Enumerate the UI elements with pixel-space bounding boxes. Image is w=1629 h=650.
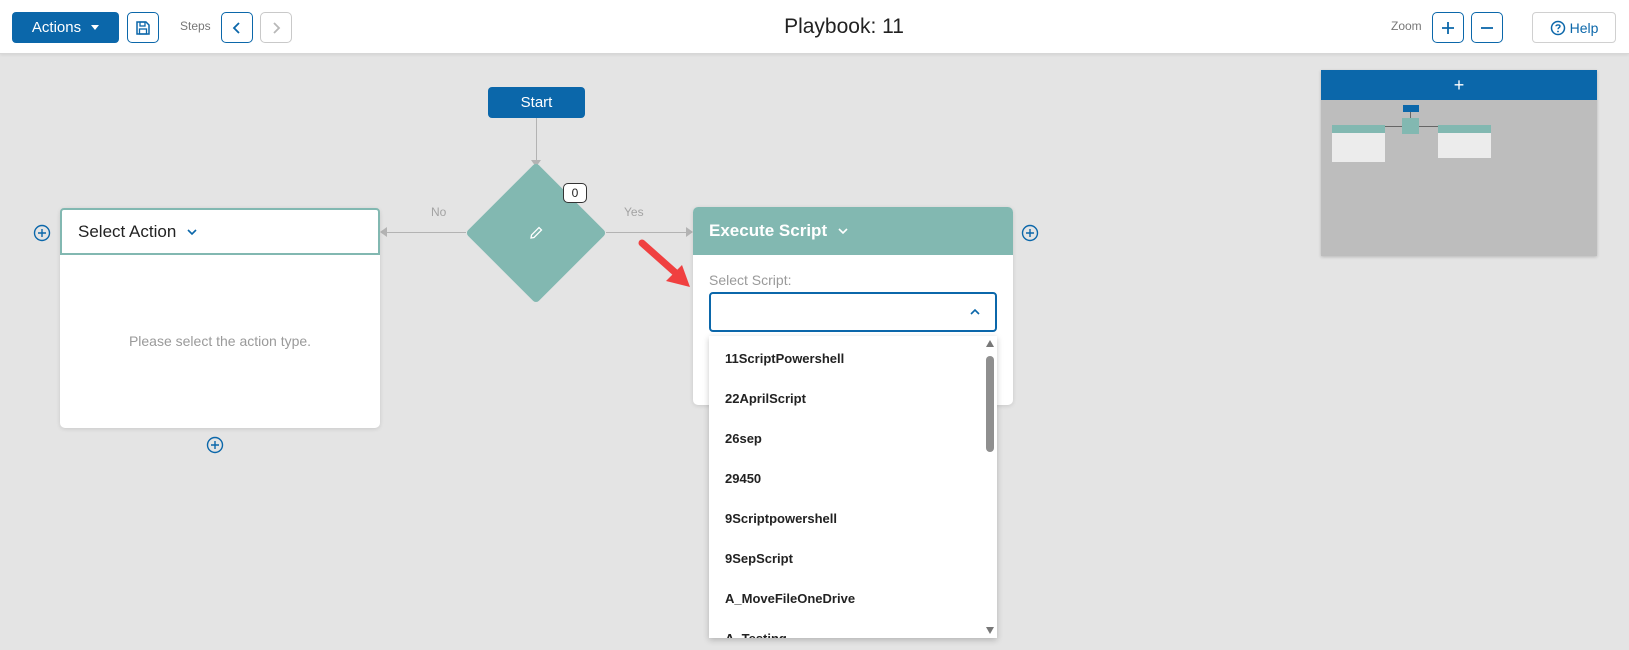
start-node[interactable]: Start: [488, 87, 585, 118]
select-action-card: Select Action Please select the action t…: [60, 208, 380, 428]
scroll-thumb[interactable]: [986, 356, 994, 452]
minimap[interactable]: +: [1321, 70, 1597, 256]
pencil-icon: [530, 226, 543, 239]
scroll-down-icon[interactable]: [986, 627, 994, 634]
execute-script-title: Execute Script: [709, 221, 828, 240]
chevron-up-icon: [970, 308, 980, 315]
chevron-down-icon: [838, 228, 848, 235]
minimap-left-card: [1332, 133, 1385, 162]
add-step-right-button[interactable]: [1021, 224, 1039, 242]
scroll-up-icon[interactable]: [986, 340, 994, 347]
minimap-start-node: [1403, 105, 1419, 112]
minimap-right-card: [1438, 133, 1491, 158]
minimap-connector: [1385, 126, 1402, 127]
top-toolbar: Actions Steps Playbook: 11 Zoom Help: [0, 0, 1629, 54]
add-step-below-button[interactable]: [206, 436, 224, 454]
dropdown-scrollbar[interactable]: [984, 336, 996, 638]
plus-icon: [1442, 21, 1454, 34]
decision-edit-button[interactable]: [526, 223, 546, 243]
select-action-header[interactable]: Select Action: [60, 208, 380, 255]
select-script-input[interactable]: [709, 292, 997, 332]
script-dropdown: 11ScriptPowershell 22AprilScript 26sep 2…: [709, 336, 997, 638]
select-action-placeholder: Please select the action type.: [128, 332, 312, 349]
script-option[interactable]: 26sep: [709, 418, 979, 458]
select-action-title: Select Action: [78, 221, 177, 241]
minus-icon: [1481, 26, 1493, 29]
add-step-left-button[interactable]: [33, 224, 51, 242]
select-action-body: Please select the action type.: [60, 255, 380, 426]
script-option[interactable]: 29450: [709, 458, 979, 498]
execute-script-header[interactable]: Execute Script: [693, 207, 1013, 255]
script-option[interactable]: A_MoveFileOneDrive: [709, 578, 979, 618]
script-option[interactable]: 9SepScript: [709, 538, 979, 578]
minimap-decision-node: [1402, 118, 1419, 134]
minimap-right-card-header: [1438, 125, 1491, 133]
decision-count-badge: 0: [563, 183, 587, 203]
annotation-arrow-icon: [638, 239, 690, 287]
help-icon: [1550, 20, 1565, 35]
minimap-expand-button[interactable]: +: [1321, 70, 1597, 100]
script-option[interactable]: 22AprilScript: [709, 378, 979, 418]
script-option[interactable]: 11ScriptPowershell: [709, 338, 979, 378]
select-script-label: Select Script:: [709, 272, 792, 288]
chevron-down-icon: [187, 228, 197, 235]
minimap-connector: [1419, 126, 1438, 127]
start-node-label: Start: [520, 94, 553, 111]
no-label: No: [431, 205, 447, 219]
help-button-label: Help: [1569, 19, 1599, 36]
zoom-label: Zoom: [1391, 19, 1422, 33]
connector-yes: [606, 232, 686, 233]
arrow-left-icon: [380, 227, 387, 237]
script-option[interactable]: A_Testing: [709, 618, 979, 639]
script-option-list: 11ScriptPowershell 22AprilScript 26sep 2…: [709, 338, 979, 639]
connector-no: [386, 232, 466, 233]
script-option[interactable]: 9Scriptpowershell: [709, 498, 979, 538]
yes-label: Yes: [624, 205, 644, 219]
connector-start-decision: [536, 118, 537, 163]
help-button[interactable]: Help: [1532, 12, 1616, 43]
minimap-plus-label: +: [1453, 74, 1465, 95]
zoom-in-button[interactable]: [1432, 12, 1464, 43]
minimap-left-card-header: [1332, 125, 1385, 133]
arrow-right-icon: [686, 227, 693, 237]
page-title: Playbook: 11: [784, 15, 904, 38]
zoom-out-button[interactable]: [1471, 12, 1503, 43]
